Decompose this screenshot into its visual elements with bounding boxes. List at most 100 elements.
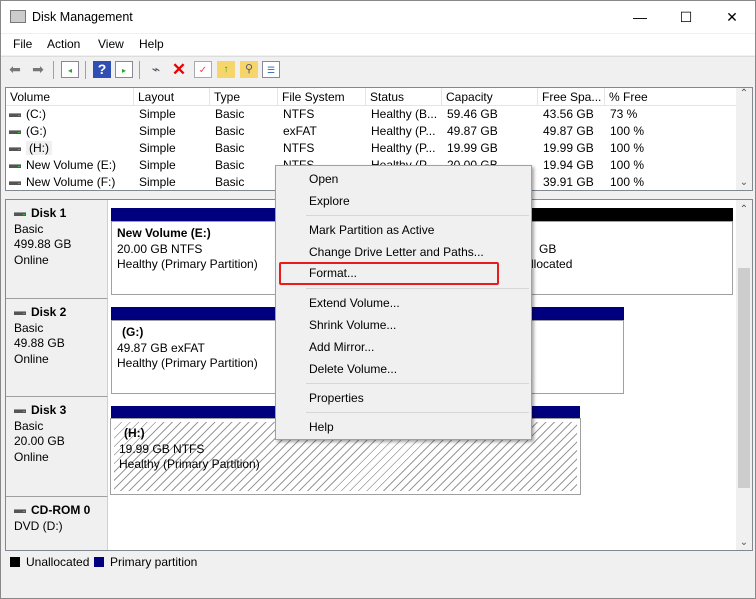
pane-scrollbar[interactable]: ⌃ ⌄: [736, 200, 752, 550]
cell-3: exFAT: [283, 123, 369, 140]
disk-3-label[interactable]: Disk 3 Basic 20.00 GB Online: [6, 397, 108, 497]
unallocated-status: Unallocated: [509, 257, 573, 271]
column-free-space[interactable]: Free Spa...: [538, 88, 605, 106]
volume-icon: [9, 129, 21, 134]
disk-icon: [14, 310, 26, 315]
scroll-down-icon[interactable]: ⌄: [736, 537, 752, 548]
cell-0: New Volume (F:): [9, 174, 137, 191]
menu-item-extend-volume[interactable]: Extend Volume...: [309, 293, 400, 313]
disk-type: Basic: [14, 320, 44, 335]
action-pane-icon[interactable]: ▸: [115, 61, 133, 78]
disk-1-label[interactable]: Disk 1 Basic 499.88 GB Online: [6, 200, 108, 299]
cell-text: 19.99 GB: [543, 141, 594, 155]
cell-3: NTFS: [283, 140, 369, 157]
scroll-up-icon[interactable]: ⌃: [736, 88, 752, 99]
cell-text: (H:): [26, 141, 52, 155]
cell-2: Basic: [215, 123, 281, 140]
disk-state: Online: [14, 252, 49, 267]
cell-2: Basic: [215, 106, 281, 123]
menu-file[interactable]: File: [13, 37, 32, 51]
cell-text: 100 %: [610, 175, 645, 189]
console-tree-icon[interactable]: ◂: [61, 61, 79, 78]
back-icon[interactable]: ⬅: [6, 61, 24, 78]
menu-item-shrink-volume[interactable]: Shrink Volume...: [309, 315, 396, 335]
menu-action[interactable]: Action: [47, 37, 80, 51]
cell-4: Healthy (P...: [371, 123, 445, 140]
cell-5: 49.87 GB: [447, 123, 541, 140]
open-folder-icon[interactable]: ↑: [217, 61, 235, 78]
column-volume[interactable]: Volume: [6, 88, 134, 106]
scroll-up-icon[interactable]: ⌃: [736, 204, 752, 215]
cell-0: (G:): [9, 123, 137, 140]
column-capacity[interactable]: Capacity: [442, 88, 538, 106]
menu-help[interactable]: Help: [139, 37, 164, 51]
volume-icon: [9, 163, 21, 168]
cell-5: 19.99 GB: [447, 140, 541, 157]
disk-state: Online: [14, 449, 49, 464]
list-scrollbar[interactable]: ⌃ ⌄: [736, 88, 752, 190]
scroll-down-icon[interactable]: ⌄: [736, 177, 752, 188]
menu-view[interactable]: View: [98, 37, 124, 51]
delete-icon[interactable]: ✕: [170, 61, 188, 78]
unallocated-space[interactable]: GB Unallocated: [509, 221, 733, 295]
disk-icon: [14, 211, 26, 216]
check-icon[interactable]: ✓: [194, 61, 212, 78]
disk-name: Disk 1: [31, 206, 67, 220]
help-icon[interactable]: ?: [93, 61, 111, 78]
cell-7: 73 %: [610, 106, 738, 123]
column-percent-free[interactable]: % Free: [605, 88, 738, 106]
cell-text: Simple: [139, 124, 176, 138]
disk-type: Basic: [14, 221, 44, 236]
unallocated-swatch: [10, 557, 20, 567]
cell-text: Basic: [215, 158, 245, 172]
cell-text: NTFS: [283, 107, 315, 121]
column-status[interactable]: Status: [366, 88, 442, 106]
cell-text: 59.46 GB: [447, 107, 498, 121]
connect-icon[interactable]: ⌁: [147, 61, 165, 78]
unallocated-bar: [531, 208, 733, 221]
cell-text: (C:): [26, 107, 46, 121]
disk-2-label[interactable]: Disk 2 Basic 49.88 GB Online: [6, 299, 108, 397]
cell-text: (G:): [26, 124, 47, 138]
legend-primary: Primary partition: [110, 555, 198, 569]
maximize-button[interactable]: ☐: [663, 1, 709, 33]
cell-text: 73 %: [610, 107, 638, 121]
menu-item-mark-active[interactable]: Mark Partition as Active: [309, 220, 434, 240]
column-layout[interactable]: Layout: [134, 88, 210, 106]
cell-6: 49.87 GB: [543, 123, 608, 140]
menu-item-help[interactable]: Help: [309, 417, 334, 437]
partition-status: Healthy (Primary Partition): [119, 457, 260, 471]
unallocated-size: GB: [539, 241, 557, 256]
volume-icon: [9, 146, 21, 151]
cell-4: Healthy (B...: [371, 106, 445, 123]
disk-type: Basic: [14, 418, 44, 433]
menu-item-properties[interactable]: Properties: [309, 388, 364, 408]
cell-text: Healthy (P...: [371, 141, 436, 155]
cell-text: 100 %: [610, 124, 645, 138]
cell-text: Simple: [139, 107, 176, 121]
cell-text: 39.91 GB: [543, 175, 594, 189]
toolbar: ⬅ ➡ ◂ ? ▸ ⌁ ✕ ✓ ↑ ⚲ ☰: [1, 56, 755, 82]
properties-icon[interactable]: ☰: [262, 61, 280, 78]
menu-item-open[interactable]: Open: [309, 169, 338, 189]
disk-name: Disk 3: [31, 403, 67, 417]
cell-0: New Volume (E:): [9, 157, 137, 174]
cell-1: Simple: [139, 106, 213, 123]
scroll-thumb[interactable]: [738, 268, 750, 488]
column-file-system[interactable]: File System: [278, 88, 366, 106]
minimize-button[interactable]: —: [617, 1, 663, 33]
forward-icon[interactable]: ➡: [29, 61, 47, 78]
cell-text: exFAT: [283, 124, 317, 138]
menu-item-delete-volume[interactable]: Delete Volume...: [309, 359, 397, 379]
search-folder-icon[interactable]: ⚲: [240, 61, 258, 78]
cell-0: (H:): [9, 140, 137, 157]
cdrom-0-label[interactable]: CD-ROM 0 DVD (D:): [6, 497, 108, 550]
close-button[interactable]: ✕: [709, 1, 755, 33]
column-type[interactable]: Type: [210, 88, 278, 106]
menu-item-add-mirror[interactable]: Add Mirror...: [309, 337, 374, 357]
cell-text: 19.94 GB: [543, 158, 594, 172]
cell-text: 19.99 GB: [447, 141, 498, 155]
menu-item-explore[interactable]: Explore: [309, 191, 350, 211]
menu-item-change-drive-letter[interactable]: Change Drive Letter and Paths...: [309, 242, 484, 262]
cell-5: 59.46 GB: [447, 106, 541, 123]
